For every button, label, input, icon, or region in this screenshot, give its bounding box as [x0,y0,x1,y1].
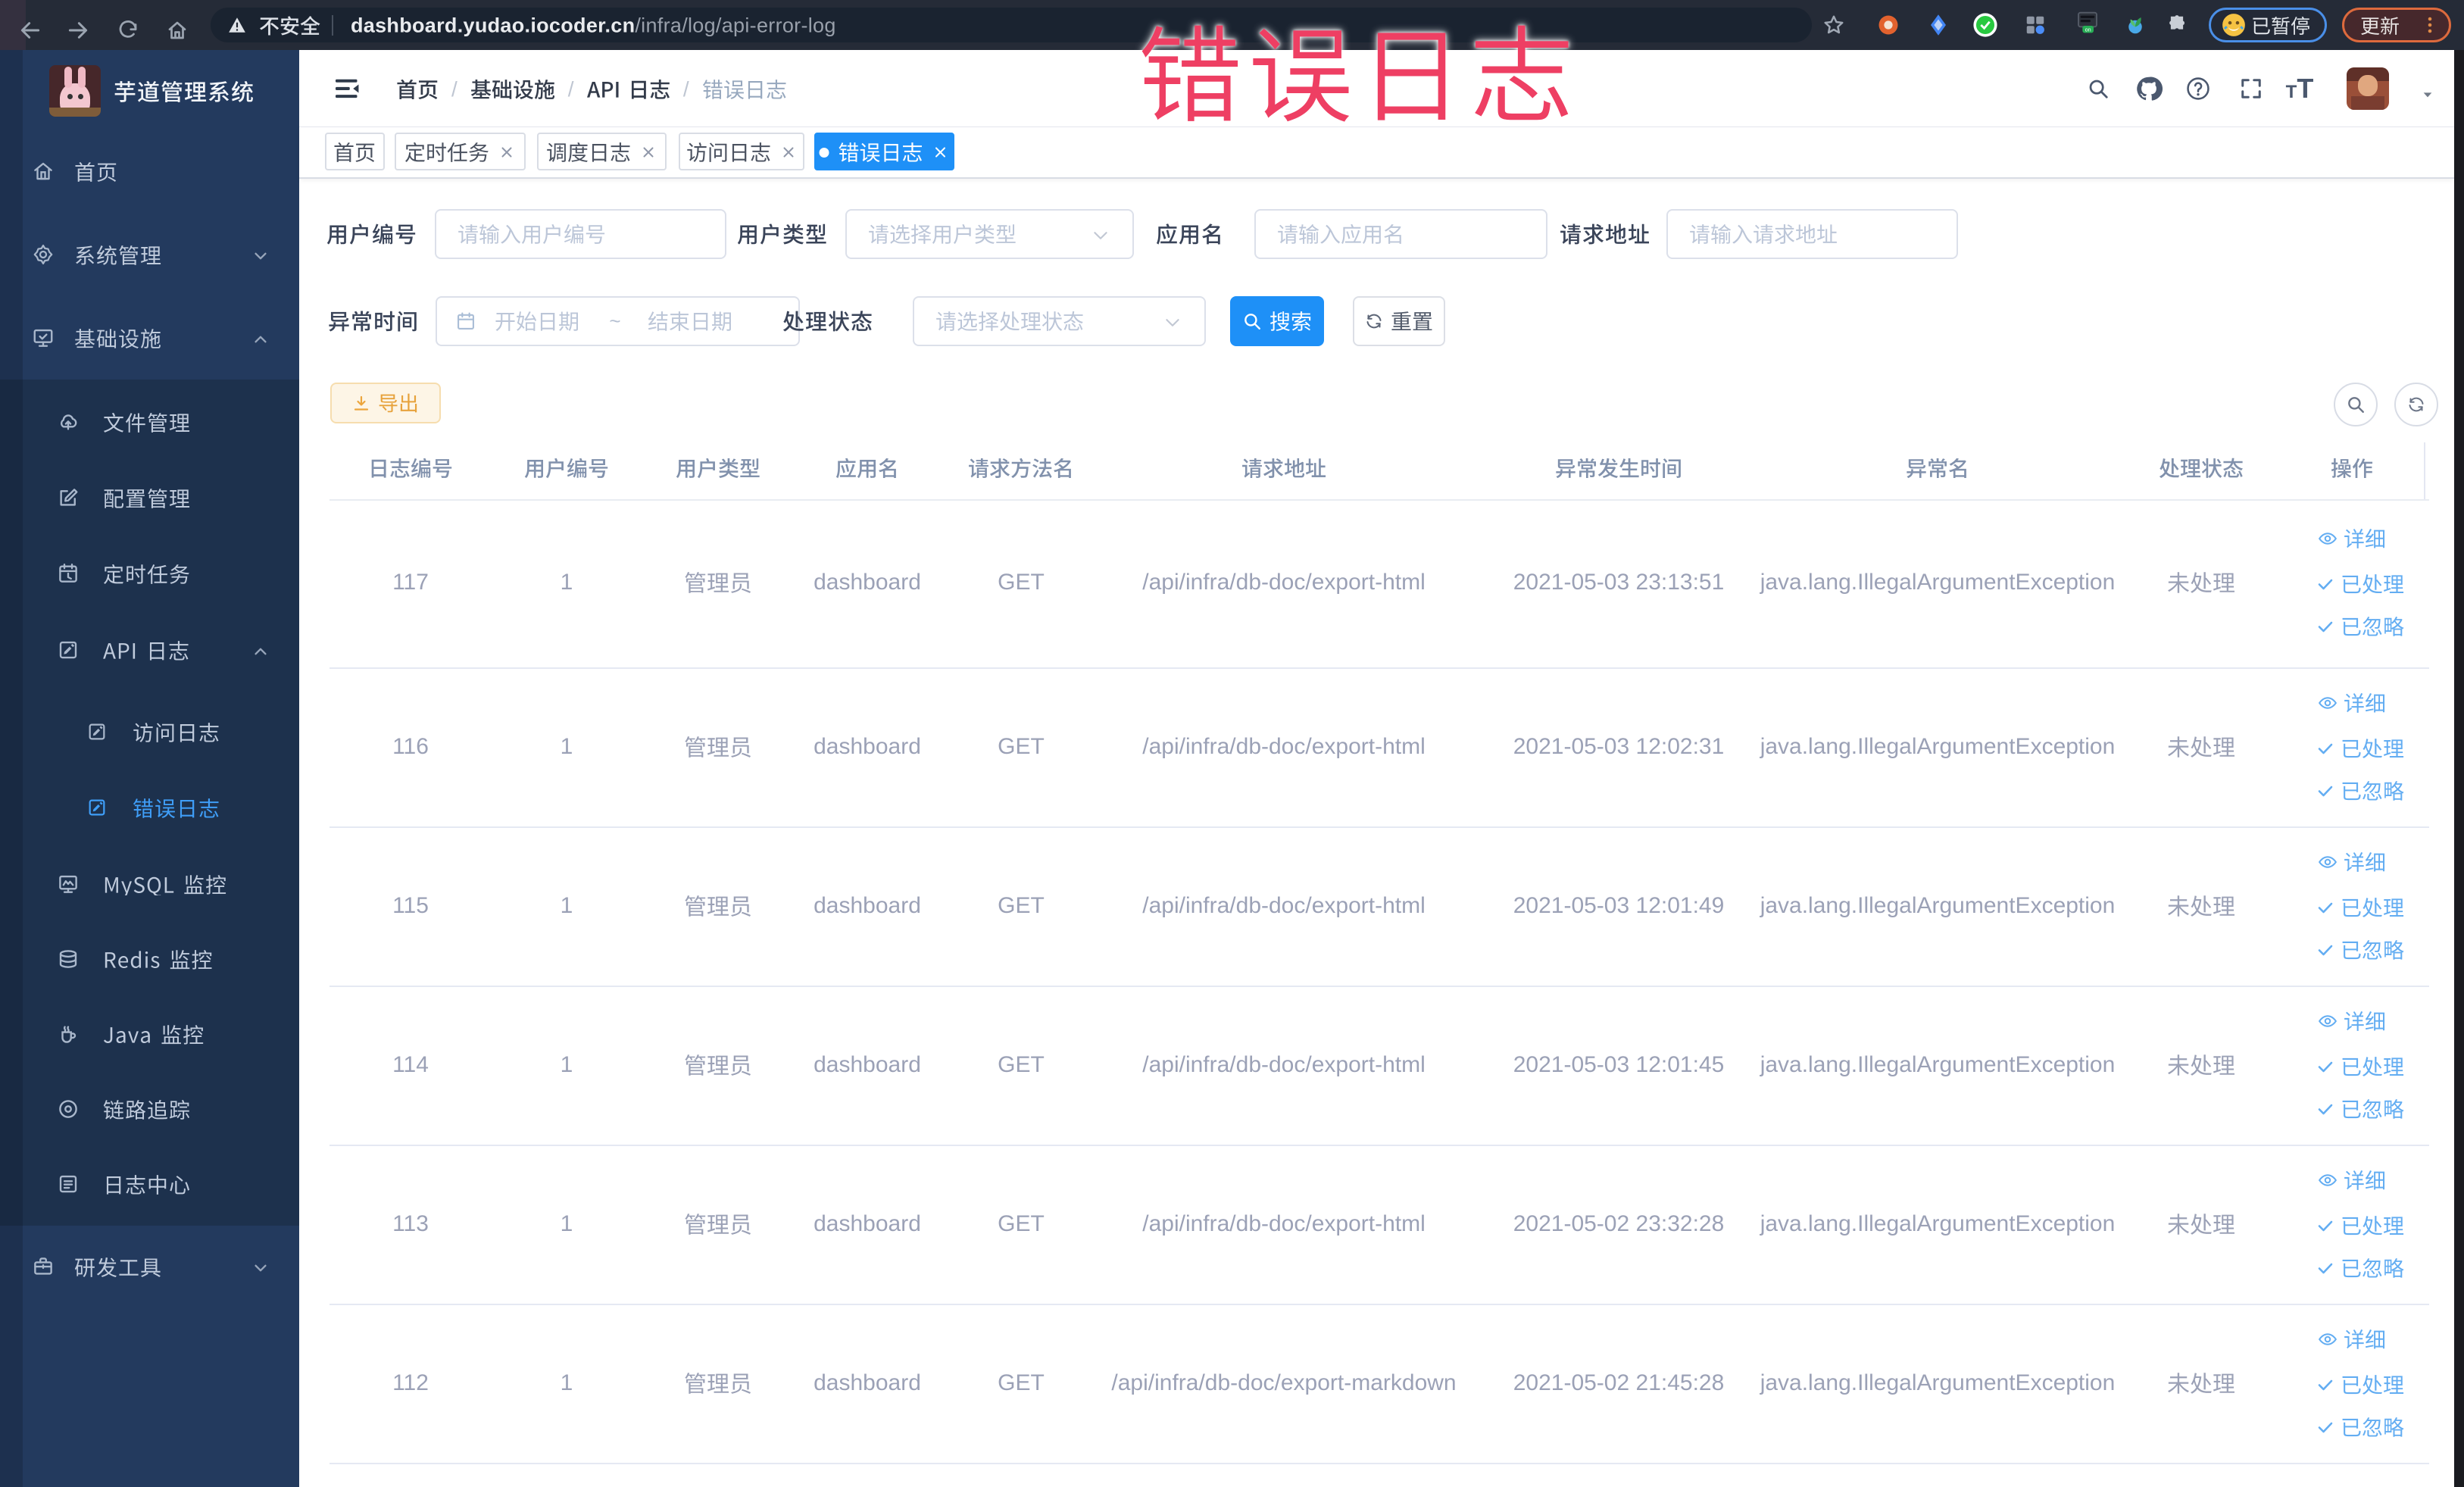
svg-text:on: on [2085,26,2091,33]
